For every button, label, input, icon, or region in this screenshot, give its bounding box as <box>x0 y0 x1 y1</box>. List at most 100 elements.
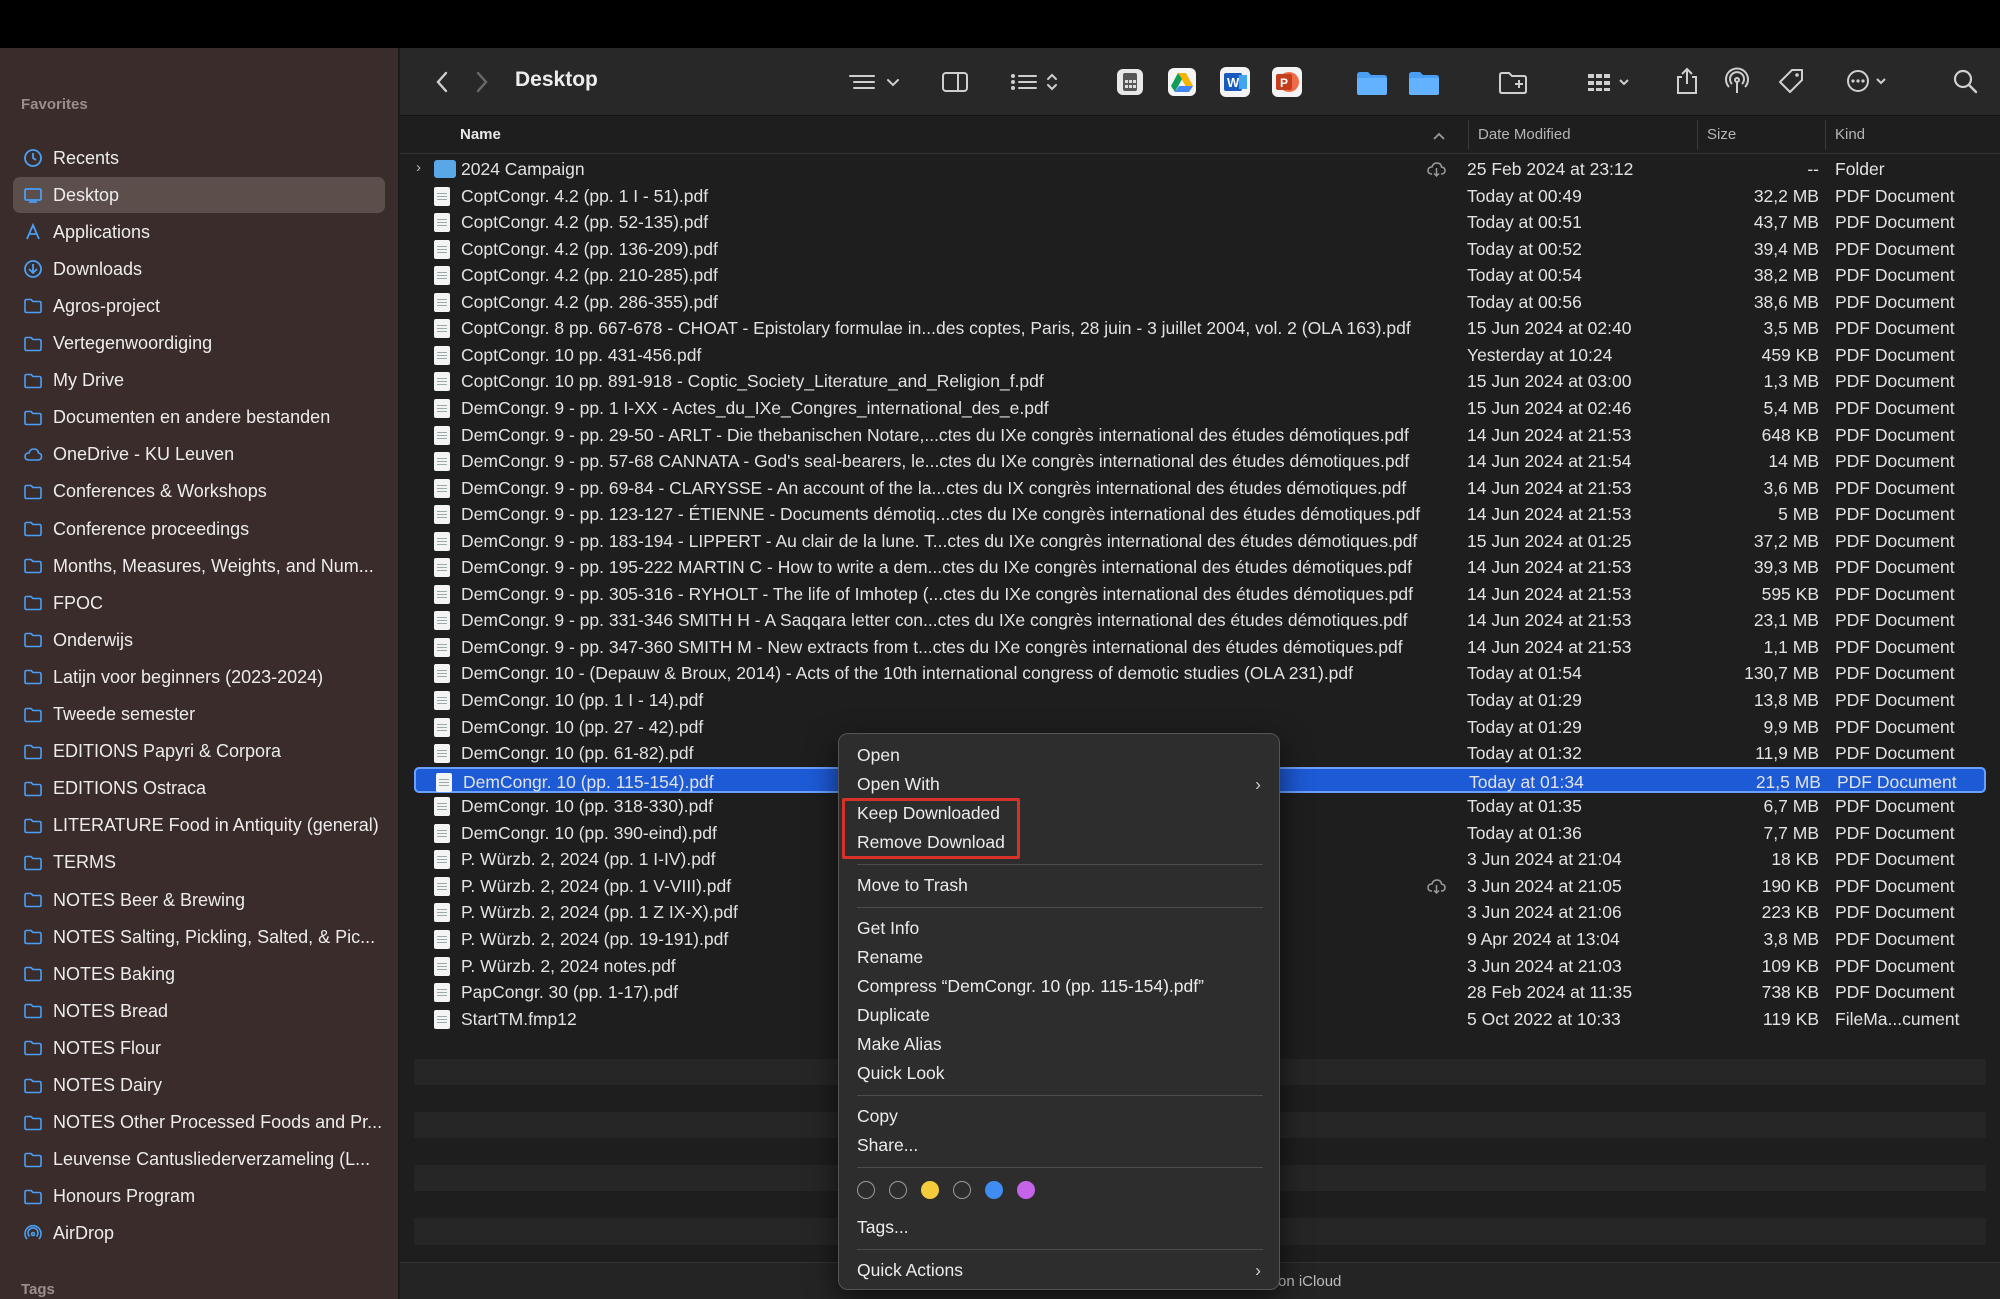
file-row[interactable]: DemCongr. 9 - pp. 305-316 - RYHOLT - The… <box>414 581 1986 608</box>
menu-item-get-info[interactable]: Get Info <box>857 915 1263 941</box>
word-app-icon[interactable]: W <box>1218 66 1252 98</box>
google-drive-app-icon[interactable] <box>1166 66 1198 98</box>
view-mode-list-icon[interactable] <box>848 68 904 96</box>
sidebar-item[interactable]: NOTES Salting, Pickling, Salted, & Pic..… <box>13 919 385 955</box>
pdf-file-icon <box>434 823 450 843</box>
sidebar-item[interactable]: Downloads <box>13 251 385 287</box>
file-row[interactable]: DemCongr. 10 (pp. 1 I - 14).pdf Today at … <box>414 687 1986 714</box>
file-row[interactable]: CoptCongr. 4.2 (pp. 136-209).pdf Today at… <box>414 236 1986 263</box>
tag-icon[interactable] <box>1776 66 1806 96</box>
file-row[interactable]: CoptCongr. 4.2 (pp. 286-355).pdf Today at… <box>414 289 1986 316</box>
share-icon[interactable] <box>1672 66 1702 96</box>
sidebar-item[interactable]: Honours Program <box>13 1179 385 1215</box>
sidebar-item[interactable]: Applications <box>13 214 385 250</box>
sidebar-item[interactable]: Onderwijs <box>13 622 385 658</box>
menu-item-keep-downloaded[interactable]: Keep Downloaded <box>857 800 1263 826</box>
sidebar-item[interactable]: Tweede semester <box>13 697 385 733</box>
menu-item-open[interactable]: Open <box>857 742 1263 768</box>
file-row[interactable]: CoptCongr. 8 pp. 667-678 - CHOAT - Epist… <box>414 315 1986 342</box>
disclosure-triangle-icon[interactable]: › <box>416 159 421 176</box>
icloud-download-icon[interactable] <box>1426 877 1448 900</box>
menu-item-make-alias[interactable]: Make Alias <box>857 1031 1263 1057</box>
sidebar-item[interactable]: Documenten en andere bestanden <box>13 400 385 436</box>
menu-item-move-to-trash[interactable]: Move to Trash <box>857 872 1263 898</box>
sidebar-item[interactable]: Months, Measures, Weights, and Num... <box>13 548 385 584</box>
column-name[interactable]: Name <box>460 126 501 143</box>
sidebar-item[interactable]: Leuvense Cantusliederverzameling (L... <box>13 1142 385 1178</box>
tag-color-dot[interactable] <box>889 1181 907 1199</box>
file-row[interactable]: DemCongr. 9 - pp. 57-68 CANNATA - God's … <box>414 448 1986 475</box>
sidebar-item[interactable]: NOTES Bread <box>13 993 385 1029</box>
file-row[interactable]: › 2024 Campaign 25 Feb 2024 at 23:12 -- Fold… <box>414 156 1986 183</box>
sidebar-item[interactable]: Latijn voor beginners (2023-2024) <box>13 659 385 695</box>
menu-item-share[interactable]: Share... <box>857 1132 1263 1158</box>
sidebar-item[interactable]: My Drive <box>13 363 385 399</box>
more-actions-icon[interactable] <box>1844 66 1894 96</box>
file-row[interactable]: DemCongr. 9 - pp. 331-346 SMITH H - A Sa… <box>414 607 1986 634</box>
tag-color-dot[interactable] <box>1017 1181 1035 1199</box>
file-row[interactable]: DemCongr. 9 - pp. 195-222 MARTIN C - How… <box>414 554 1986 581</box>
menu-item-rename[interactable]: Rename <box>857 944 1263 970</box>
tag-color-dot[interactable] <box>985 1181 1003 1199</box>
file-row[interactable]: DemCongr. 10 - (Depauw & Broux, 2014) - … <box>414 660 1986 687</box>
file-row[interactable]: DemCongr. 9 - pp. 183-194 - LIPPERT - Au… <box>414 528 1986 555</box>
sidebar-item[interactable]: LITERATURE Food in Antiquity (general) <box>13 808 385 844</box>
menu-item-compress[interactable]: Compress “DemCongr. 10 (pp. 115-154).pdf… <box>857 973 1263 999</box>
sidebar-item[interactable]: NOTES Other Processed Foods and Pr... <box>13 1105 385 1141</box>
menu-item-quick-actions[interactable]: Quick Actions › <box>857 1257 1263 1283</box>
sidebar-item[interactable]: NOTES Baking <box>13 956 385 992</box>
file-row[interactable]: DemCongr. 9 - pp. 69-84 - CLARYSSE - An … <box>414 475 1986 502</box>
sidebar-item[interactable]: NOTES Flour <box>13 1030 385 1066</box>
menu-item-quick-look[interactable]: Quick Look <box>857 1060 1263 1086</box>
file-row[interactable]: DemCongr. 9 - pp. 29-50 - ARLT - Die the… <box>414 422 1986 449</box>
column-size[interactable]: Size <box>1707 126 1736 143</box>
file-row[interactable]: DemCongr. 9 - pp. 123-127 - ÉTIENNE - Do… <box>414 501 1986 528</box>
menu-item-copy[interactable]: Copy <box>857 1103 1263 1129</box>
airdrop-icon[interactable] <box>1722 66 1752 96</box>
sidebar-item[interactable]: NOTES Beer & Brewing <box>13 882 385 918</box>
sidebar-item[interactable]: Vertegenwoordiging <box>13 326 385 362</box>
folder-shortcut-icon[interactable] <box>1406 68 1442 98</box>
menu-item-tags[interactable]: Tags... <box>857 1214 1263 1240</box>
column-date-modified[interactable]: Date Modified <box>1468 126 1571 143</box>
tag-color-dot[interactable] <box>857 1181 875 1199</box>
search-icon[interactable] <box>1950 66 1980 96</box>
group-by-icon[interactable] <box>1010 68 1060 96</box>
sidebar-item[interactable]: Desktop <box>13 177 385 214</box>
file-row[interactable]: CoptCongr. 4.2 (pp. 210-285).pdf Today at… <box>414 262 1986 289</box>
tag-color-dot[interactable] <box>921 1181 939 1199</box>
column-kind[interactable]: Kind <box>1835 126 1865 143</box>
sidebar-item[interactable]: Agros-project <box>13 288 385 324</box>
sidebar-item[interactable]: FPOC <box>13 585 385 621</box>
file-row[interactable]: DemCongr. 9 - pp. 347-360 SMITH M - New … <box>414 634 1986 661</box>
icloud-download-icon[interactable] <box>1426 160 1448 183</box>
file-row[interactable]: CoptCongr. 10 pp. 891-918 - Coptic_Socie… <box>414 368 1986 395</box>
new-folder-icon[interactable] <box>1496 68 1530 96</box>
file-row[interactable]: DemCongr. 9 - pp. 1 I-XX - Actes_du_IXe_… <box>414 395 1986 422</box>
forward-icon[interactable] <box>470 68 494 96</box>
sidebar-item[interactable]: AirDrop <box>13 1216 385 1252</box>
sidebar-item[interactable]: NOTES Dairy <box>13 1068 385 1104</box>
preview-pane-icon[interactable] <box>940 68 970 96</box>
folder-shortcut-icon[interactable] <box>1354 68 1390 98</box>
menu-item-duplicate[interactable]: Duplicate <box>857 1002 1263 1028</box>
sort-ascending-icon[interactable] <box>1432 128 1446 145</box>
powerpoint-app-icon[interactable]: P <box>1270 66 1304 98</box>
calculator-app-icon[interactable] <box>1114 66 1146 98</box>
file-row[interactable]: CoptCongr. 10 pp. 431-456.pdf Yesterday a… <box>414 342 1986 369</box>
menu-item-remove-download[interactable]: Remove Download <box>857 829 1263 855</box>
sidebar-item[interactable]: Conferences & Workshops <box>13 474 385 510</box>
sidebar-item[interactable]: TERMS <box>13 845 385 881</box>
tag-color-dot[interactable] <box>953 1181 971 1199</box>
back-icon[interactable] <box>430 68 454 96</box>
file-row[interactable]: CoptCongr. 4.2 (pp. 52-135).pdf Today at … <box>414 209 1986 236</box>
sidebar-item[interactable]: Conference proceedings <box>13 511 385 547</box>
menu-item-open-with[interactable]: Open With › <box>857 771 1263 797</box>
grid-view-icon[interactable] <box>1586 68 1634 96</box>
sidebar-item[interactable]: EDITIONS Papyri & Corpora <box>13 734 385 770</box>
sidebar-item[interactable]: OneDrive - KU Leuven <box>13 437 385 473</box>
file-row[interactable]: CoptCongr. 4.2 (pp. 1 I - 51).pdf Today a… <box>414 183 1986 210</box>
file-kind: PDF Document <box>1835 822 1955 843</box>
sidebar-item[interactable]: Recents <box>13 140 385 176</box>
sidebar-item[interactable]: EDITIONS Ostraca <box>13 771 385 807</box>
